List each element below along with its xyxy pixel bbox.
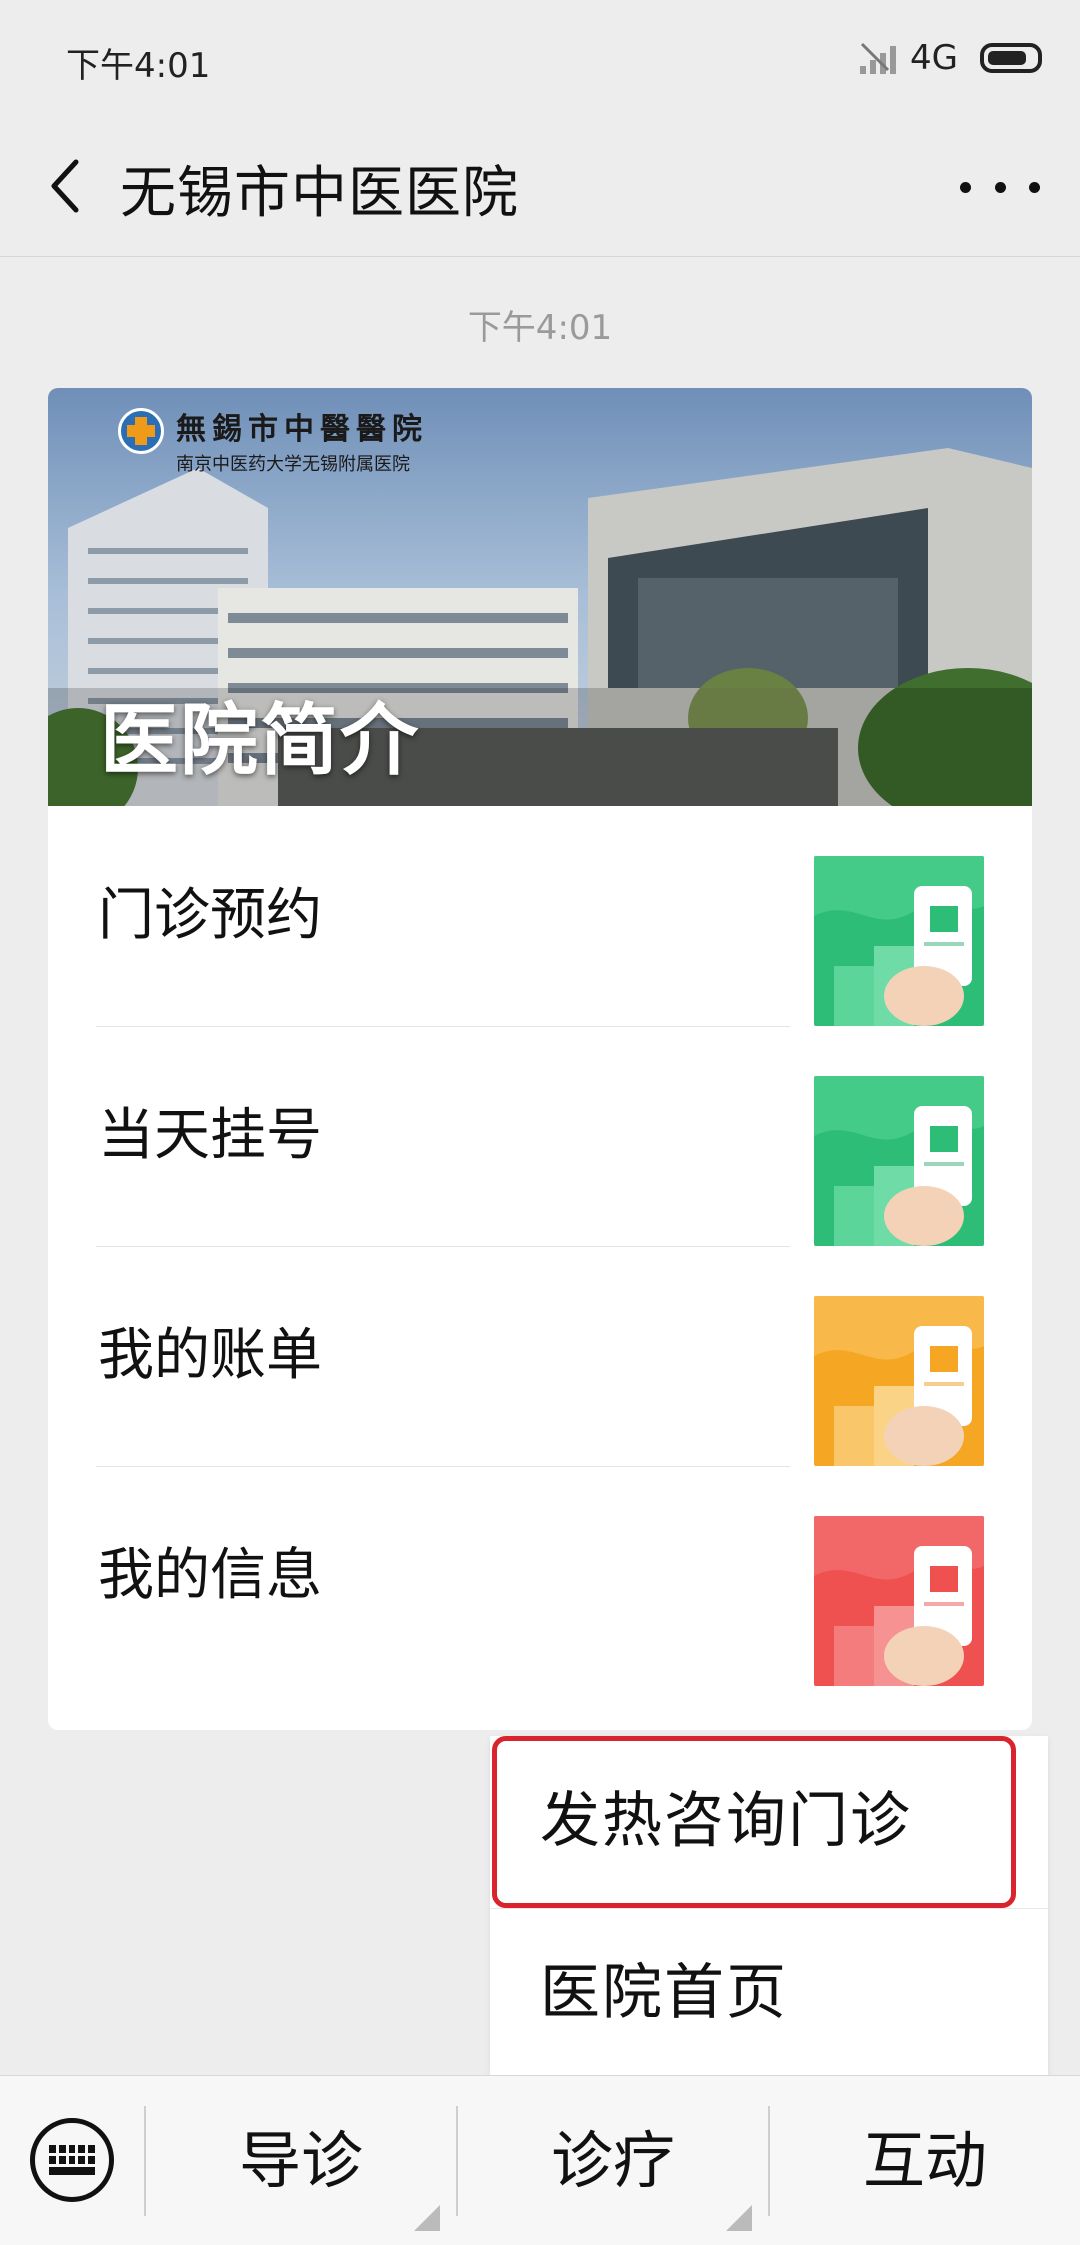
tab-treatment[interactable]: 诊疗 [458, 2076, 768, 2245]
submenu-indicator-icon [726, 2205, 752, 2231]
submenu-indicator-icon [414, 2205, 440, 2231]
network-type: 4G [910, 38, 958, 78]
hospital-logo-icon [118, 408, 164, 454]
status-time: 下午4:01 [66, 46, 211, 86]
logo-name: 無錫市中醫醫院 [176, 412, 428, 447]
list-item-same-day-registration[interactable]: 当天挂号 [48, 1026, 1032, 1247]
keyboard-icon[interactable] [30, 2118, 114, 2202]
list-item-label: 我的账单 [98, 1323, 322, 1388]
nav-bar: 无锡市中医医院 [0, 118, 1080, 257]
list-item-label: 当天挂号 [98, 1103, 322, 1168]
message-timestamp: 下午4:01 [467, 308, 613, 348]
back-arrow-icon[interactable] [36, 154, 100, 218]
highlight-box [492, 1736, 1016, 1908]
list-item-my-bill[interactable]: 我的账单 [48, 1246, 1032, 1467]
tab-label: 互动 [862, 2124, 987, 2197]
banner-hospital-intro[interactable]: 無錫市中醫醫院 南京中医药大学无锡附属医院 医院简介 [48, 388, 1032, 806]
bill-phone-icon [814, 1296, 984, 1466]
menu-item-label: 医院首页 [540, 1958, 788, 2028]
menu-item-hospital-home[interactable]: 医院首页 [490, 1908, 1048, 2078]
status-bar: 下午4:01 4G [0, 0, 1080, 118]
more-icon[interactable] [960, 162, 1040, 212]
card-phone-icon [814, 1516, 984, 1686]
tab-guide[interactable]: 导诊 [146, 2076, 456, 2245]
logo-subtitle: 南京中医药大学无锡附属医院 [176, 454, 410, 475]
status-icons: 4G [858, 36, 1042, 80]
bottom-menu-bar: 导诊 诊疗 互动 [0, 2075, 1080, 2245]
tab-label: 导诊 [238, 2124, 363, 2197]
menu-card: 無錫市中醫醫院 南京中医药大学无锡附属医院 医院简介 门诊预约 当天挂号 我的账… [48, 388, 1032, 1730]
battery-icon [980, 43, 1042, 73]
page-title: 无锡市中医医院 [120, 161, 519, 226]
list-item-label: 我的信息 [98, 1543, 322, 1608]
signal-icon [860, 42, 897, 74]
banner-title: 医院简介 [100, 696, 421, 786]
tab-interaction[interactable]: 互动 [770, 2076, 1080, 2245]
tab-label: 诊疗 [550, 2124, 675, 2197]
calendar-phone-icon [814, 1076, 984, 1246]
list-item-label: 门诊预约 [98, 883, 322, 948]
calendar-phone-icon [814, 856, 984, 1026]
hospital-logo-text: 無錫市中醫醫院 南京中医药大学无锡附属医院 [176, 404, 428, 476]
list-item-my-info[interactable]: 我的信息 [48, 1466, 1032, 1686]
list-item-outpatient-appointment[interactable]: 门诊预约 [48, 806, 1032, 1027]
